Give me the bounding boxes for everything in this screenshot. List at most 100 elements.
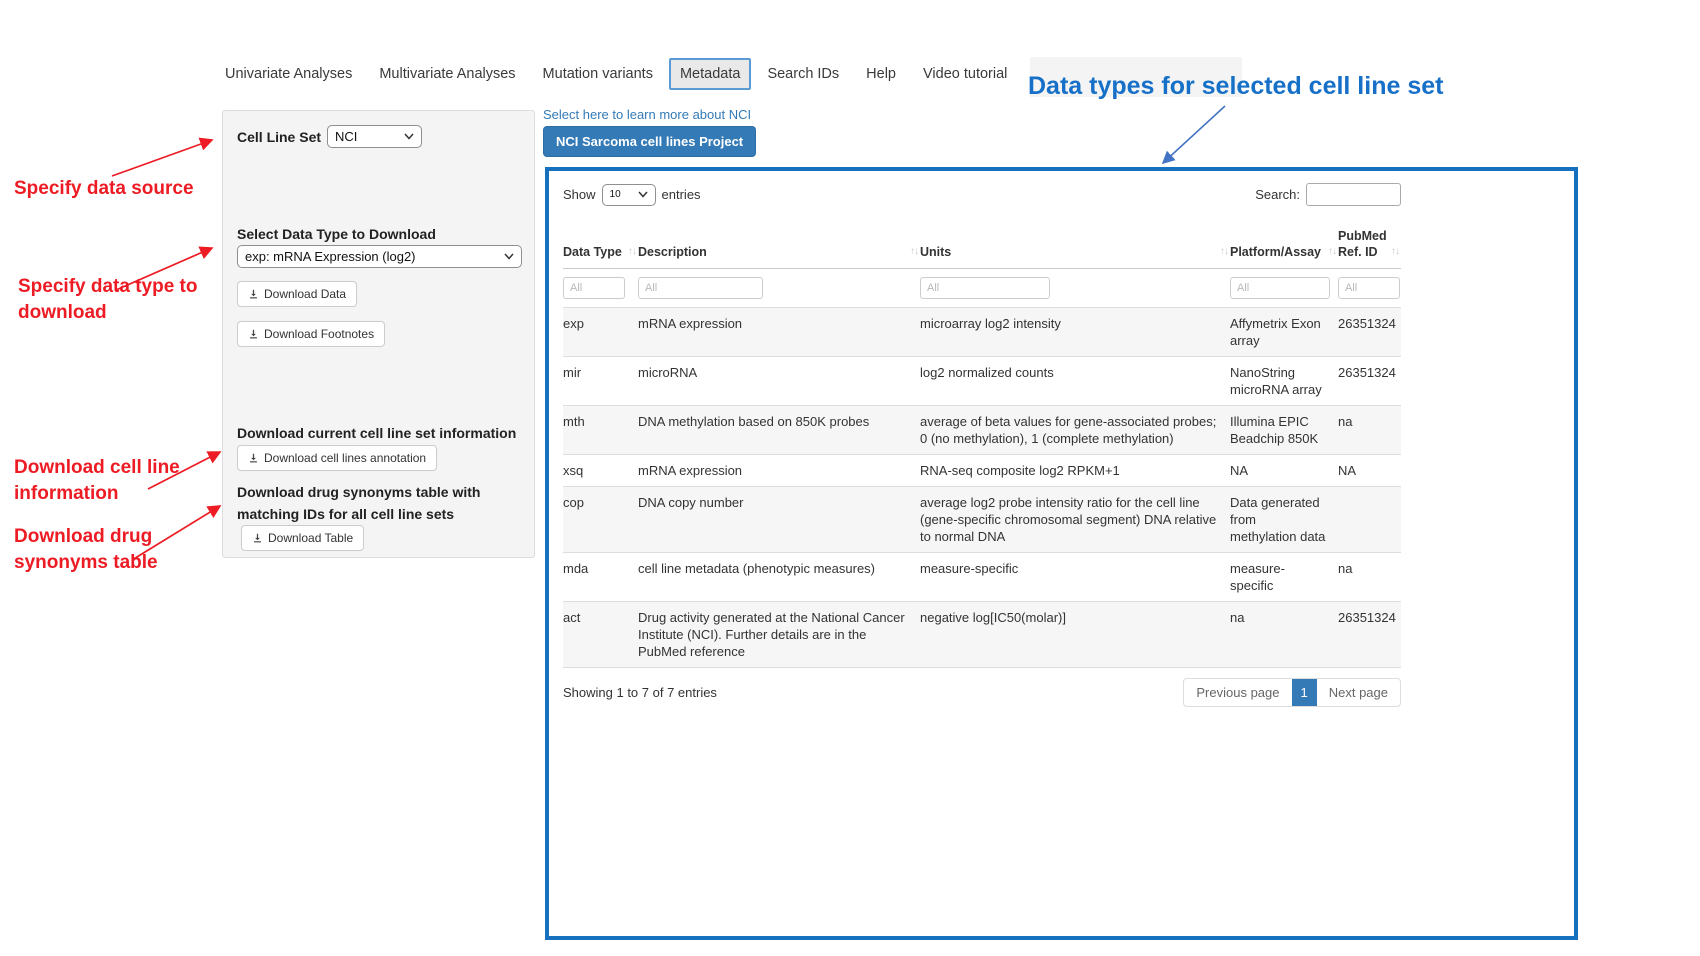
tab-video-tutorial[interactable]: Video tutorial <box>912 58 1018 90</box>
filter-description-input[interactable] <box>638 277 763 299</box>
drug-synonyms-heading: Download drug synonyms table with matchi… <box>237 481 529 551</box>
cell-data-type: act <box>563 602 638 668</box>
sort-icon[interactable]: ↑↓ <box>1391 244 1399 260</box>
table-row: mda cell line metadata (phenotypic measu… <box>563 553 1401 602</box>
entries-label: entries <box>662 187 701 202</box>
cell-data-type: mth <box>563 406 638 455</box>
filter-pubmed-input[interactable] <box>1338 277 1400 299</box>
cell-description: microRNA <box>638 357 920 406</box>
cell-units: average of beta values for gene-associat… <box>920 406 1230 455</box>
tab-mutation-variants[interactable]: Mutation variants <box>532 58 664 90</box>
chevron-down-icon <box>638 191 648 198</box>
tab-metadata[interactable]: Metadata <box>669 58 751 90</box>
tab-multivariate-analyses[interactable]: Multivariate Analyses <box>368 58 526 90</box>
page-length-select[interactable]: 10 <box>602 184 656 206</box>
table-row: act Drug activity generated at the Natio… <box>563 602 1401 668</box>
data-type-select[interactable]: exp: mRNA Expression (log2) <box>237 245 522 268</box>
cell-units: average log2 probe intensity ratio for t… <box>920 487 1230 553</box>
arrow-data-source <box>112 140 212 176</box>
drug-synonyms-heading-text: Download drug synonyms table with matchi… <box>237 484 480 522</box>
download-footnotes-button[interactable]: Download Footnotes <box>237 321 385 347</box>
table-row: exp mRNA expression microarray log2 inte… <box>563 308 1401 357</box>
sort-icon[interactable]: ↑↓ <box>1220 244 1228 260</box>
download-footnotes-label: Download Footnotes <box>264 327 374 341</box>
cell-data-type: xsq <box>563 455 638 487</box>
filter-platform-input[interactable] <box>1230 277 1330 299</box>
cell-description: cell line metadata (phenotypic measures) <box>638 553 920 602</box>
cell-line-set-label: Cell Line Set <box>237 129 321 145</box>
annotation-specify-data-source: Specify data source <box>14 176 224 202</box>
download-icon <box>248 329 259 340</box>
cell-units: RNA-seq composite log2 RPKM+1 <box>920 455 1230 487</box>
cell-units: negative log[IC50(molar)] <box>920 602 1230 668</box>
column-header-platform[interactable]: Platform/Assay↑↓ <box>1230 222 1338 269</box>
cell-platform: na <box>1230 602 1338 668</box>
cell-pubmed: NA <box>1338 455 1401 487</box>
arrow-data-types-box <box>1163 106 1225 163</box>
cell-data-type: cop <box>563 487 638 553</box>
sort-icon[interactable]: ↑↓ <box>910 244 918 260</box>
table-row: cop DNA copy number average log2 probe i… <box>563 487 1401 553</box>
sort-icon[interactable]: ↑↓ <box>628 244 636 260</box>
chevron-down-icon <box>404 133 414 140</box>
cell-line-set-value: NCI <box>335 129 357 144</box>
download-icon <box>248 289 259 300</box>
cell-pubmed: na <box>1338 406 1401 455</box>
download-icon <box>248 453 259 464</box>
column-header-description[interactable]: Description↑↓ <box>638 222 920 269</box>
learn-more-link[interactable]: Select here to learn more about NCI <box>543 107 751 122</box>
download-cell-lines-annotation-label: Download cell lines annotation <box>264 451 426 465</box>
cell-pubmed <box>1338 487 1401 553</box>
data-types-table: Data Type↑↓ Description↑↓ Units↑↓ Platfo… <box>563 222 1401 668</box>
table-row: xsq mRNA expression RNA-seq composite lo… <box>563 455 1401 487</box>
cell-platform: measure-specific <box>1230 553 1338 602</box>
table-filter-row <box>563 269 1401 308</box>
download-table-label: Download Table <box>268 531 353 545</box>
cell-pubmed: na <box>1338 553 1401 602</box>
data-type-label: Select Data Type to Download <box>237 226 436 242</box>
cell-platform: NA <box>1230 455 1338 487</box>
data-type-value: exp: mRNA Expression (log2) <box>245 249 416 264</box>
cell-description: Drug activity generated at the National … <box>638 602 920 668</box>
main-nav: Univariate Analyses Multivariate Analyse… <box>214 58 1023 90</box>
data-types-box: Show 10 entries Search: Data Type↑↓ Desc… <box>545 167 1578 940</box>
cell-pubmed: 26351324 <box>1338 308 1401 357</box>
cell-units: measure-specific <box>920 553 1230 602</box>
previous-page-button[interactable]: Previous page <box>1184 679 1291 706</box>
page-length-value: 10 <box>610 189 621 200</box>
cell-data-type: mir <box>563 357 638 406</box>
cell-line-info-heading: Download current cell line set informati… <box>237 425 516 441</box>
download-data-button[interactable]: Download Data <box>237 281 357 307</box>
download-cell-lines-annotation-button[interactable]: Download cell lines annotation <box>237 445 437 471</box>
search-label: Search: <box>1255 187 1300 202</box>
next-page-button[interactable]: Next page <box>1317 679 1400 706</box>
column-header-units[interactable]: Units↑↓ <box>920 222 1230 269</box>
column-header-pubmed[interactable]: PubMed Ref. ID↑↓ <box>1338 222 1401 269</box>
chevron-down-icon <box>504 253 514 260</box>
column-header-data-type[interactable]: Data Type↑↓ <box>563 222 638 269</box>
nci-sarcoma-project-button[interactable]: NCI Sarcoma cell lines Project <box>543 126 756 157</box>
search-input[interactable] <box>1306 183 1401 206</box>
cell-platform: Data generated from methylation data <box>1230 487 1338 553</box>
cell-description: mRNA expression <box>638 308 920 357</box>
tab-univariate-analyses[interactable]: Univariate Analyses <box>214 58 363 90</box>
filter-data-type-input[interactable] <box>563 277 625 299</box>
tab-help[interactable]: Help <box>855 58 907 90</box>
annotation-data-types-title: Data types for selected cell line set <box>1028 72 1498 101</box>
download-table-button[interactable]: Download Table <box>241 525 364 551</box>
table-header-row: Data Type↑↓ Description↑↓ Units↑↓ Platfo… <box>563 222 1401 269</box>
page-1-button[interactable]: 1 <box>1292 679 1317 706</box>
sort-icon[interactable]: ↑↓ <box>1328 244 1336 260</box>
table-row: mir microRNA log2 normalized counts Nano… <box>563 357 1401 406</box>
cell-pubmed: 26351324 <box>1338 357 1401 406</box>
download-data-label: Download Data <box>264 287 346 301</box>
cell-platform: Affymetrix Exon array <box>1230 308 1338 357</box>
filter-units-input[interactable] <box>920 277 1050 299</box>
annotation-specify-data-type: Specify data type to download <box>18 274 223 326</box>
tab-search-ids[interactable]: Search IDs <box>756 58 850 90</box>
cell-line-set-select[interactable]: NCI <box>327 125 422 148</box>
cell-platform: Illumina EPIC Beadchip 850K <box>1230 406 1338 455</box>
table-row: mth DNA methylation based on 850K probes… <box>563 406 1401 455</box>
download-panel: Cell Line Set NCI Select Data Type to Do… <box>222 110 535 558</box>
cell-pubmed: 26351324 <box>1338 602 1401 668</box>
